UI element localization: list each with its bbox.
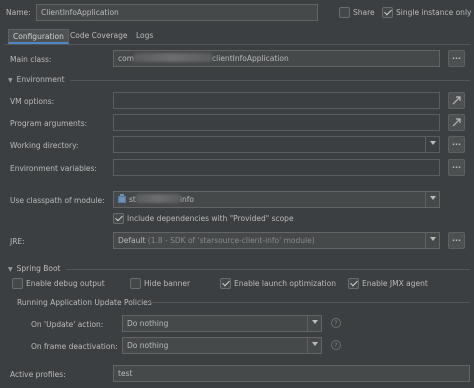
name-input[interactable]: ClientInfoApplication (36, 4, 318, 21)
main-class-value-suffix: clientInfoApplication (212, 54, 289, 63)
jre-select[interactable]: Default (1.8 - SDK of 'starsource-client… (113, 232, 440, 249)
hide-banner-label: Hide banner (144, 279, 191, 288)
help-icon[interactable]: ? (331, 318, 341, 328)
main-class-value-prefix: com (118, 54, 135, 63)
chevron-down-icon (312, 320, 318, 324)
jre-label: JRE: (10, 237, 25, 246)
enable-jmx-agent-label: Enable JMX agent (362, 279, 428, 288)
include-provided-checkbox[interactable] (113, 213, 124, 224)
tab-logs[interactable]: Logs (132, 29, 157, 44)
on-update-value: Do nothing (127, 319, 169, 328)
working-directory-browse-button[interactable]: ... (448, 136, 465, 153)
program-arguments-input[interactable] (113, 114, 440, 131)
active-profiles-input[interactable]: test (113, 365, 470, 382)
tab-configuration[interactable]: Configuration (8, 29, 69, 44)
tab-code-coverage[interactable]: Code Coverage (66, 29, 132, 44)
jre-browse-button[interactable]: ... (448, 232, 465, 249)
enable-debug-output-label: Enable debug output (26, 279, 105, 288)
classpath-value-prefix: st (129, 195, 136, 204)
jre-detail: (1.8 - SDK of 'starsource-client-info' m… (147, 236, 315, 245)
help-icon[interactable]: ? (331, 340, 341, 350)
spring-boot-divider (66, 269, 470, 270)
chevron-down-icon (430, 196, 436, 200)
update-policies-title: Running Application Update Policies (17, 298, 152, 307)
enable-launch-optimization-label: Enable launch optimization (234, 279, 337, 288)
environment-section-header[interactable]: ▼ Environment (8, 74, 65, 86)
enable-debug-output-checkbox[interactable] (12, 278, 23, 289)
working-directory-input[interactable] (113, 136, 440, 153)
active-profiles-label: Active profiles: (10, 370, 66, 379)
main-class-browse-button[interactable]: ... (448, 50, 465, 67)
single-instance-checkbox[interactable] (382, 7, 393, 18)
include-provided-label: Include dependencies with "Provided" sco… (127, 214, 294, 223)
on-frame-deactivation-select[interactable]: Do nothing (122, 337, 322, 354)
chevron-down-icon (312, 342, 318, 346)
program-arguments-label: Program arguments: (10, 119, 88, 128)
redacted-blur (135, 194, 180, 203)
enable-jmx-agent-checkbox[interactable] (348, 278, 359, 289)
on-update-label: On 'Update' action: (31, 320, 104, 329)
tab-divider (4, 44, 470, 45)
environment-section-title: Environment (16, 75, 65, 84)
chevron-down-icon (430, 237, 436, 241)
collapse-arrow-icon: ▼ (8, 77, 13, 84)
working-directory-label: Working directory: (10, 141, 79, 150)
chevron-down-icon (430, 141, 436, 145)
vm-options-label: VM options: (10, 97, 55, 106)
on-update-select[interactable]: Do nothing (122, 315, 322, 332)
redacted-blur (134, 53, 213, 62)
enable-launch-optimization-checkbox[interactable] (220, 278, 231, 289)
hide-banner-checkbox[interactable] (130, 278, 141, 289)
spring-boot-section-header[interactable]: ▼ Spring Boot (8, 263, 60, 275)
program-arguments-expand-button[interactable] (448, 114, 465, 131)
share-label: Share (353, 8, 375, 17)
environment-divider (70, 80, 470, 81)
environment-variables-browse-button[interactable]: ... (448, 159, 465, 176)
environment-variables-label: Environment variables: (10, 164, 97, 173)
share-checkbox[interactable] (339, 7, 350, 18)
classpath-module-label: Use classpath of module: (10, 196, 105, 205)
classpath-value-suffix: info (179, 195, 194, 204)
update-policies-divider (147, 302, 470, 303)
expand-icon (452, 118, 461, 127)
main-class-input[interactable]: com clientInfoApplication (113, 50, 440, 67)
collapse-arrow-icon: ▼ (8, 266, 13, 273)
active-profiles-value: test (118, 369, 133, 378)
spring-boot-section-title: Spring Boot (16, 264, 61, 273)
vm-options-expand-button[interactable] (448, 92, 465, 109)
expand-icon (452, 96, 461, 105)
environment-variables-input[interactable] (113, 159, 440, 176)
single-instance-label: Single instance only (396, 8, 472, 17)
jre-value: Default (118, 236, 146, 245)
name-label: Name: (6, 8, 31, 17)
main-class-label: Main class: (10, 55, 52, 64)
on-frame-deactivation-label: On frame deactivation: (31, 342, 118, 351)
on-frame-deactivation-value: Do nothing (127, 341, 169, 350)
module-icon (118, 194, 126, 203)
name-input-value: ClientInfoApplication (41, 8, 119, 17)
classpath-module-select[interactable]: st info (113, 191, 440, 208)
vm-options-input[interactable] (113, 92, 440, 109)
